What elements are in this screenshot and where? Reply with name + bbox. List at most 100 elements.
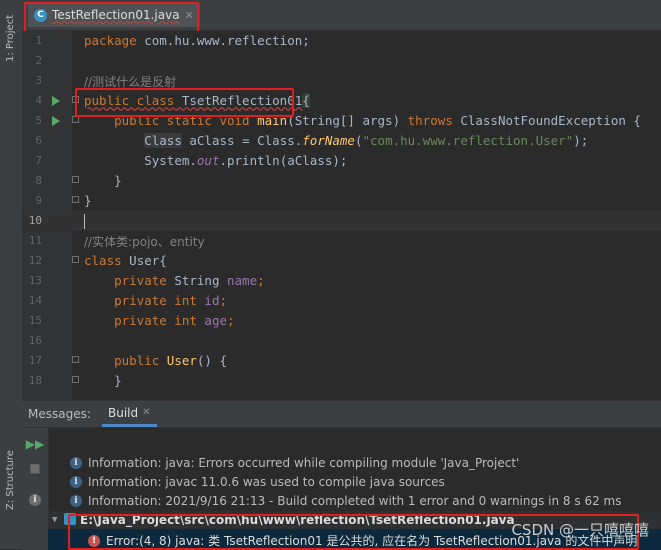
line-number: 16 <box>28 334 42 347</box>
keyword: private int <box>84 293 197 308</box>
structure-tool-button[interactable]: Z: Structure <box>5 450 16 510</box>
line-number: 8 <box>35 174 42 187</box>
message-text: Information: java: Errors occurred while… <box>88 456 520 470</box>
info-icon: i <box>70 457 82 469</box>
field-name: id <box>196 293 220 308</box>
line-number: 6 <box>35 134 42 147</box>
line-number: 7 <box>35 154 42 167</box>
project-tool-button[interactable]: 1: Project <box>5 15 16 62</box>
code-line: 5 public static void main(String[] args)… <box>22 111 661 131</box>
line-number: 4 <box>35 94 42 107</box>
keyword: public static void <box>84 113 250 128</box>
line-number: 2 <box>35 54 42 67</box>
line-number: 5 <box>35 114 42 127</box>
code-line: 7 System.out.println(aClass); <box>22 151 661 171</box>
tab-build[interactable]: Build ✕ <box>102 401 157 427</box>
code-line: 1 package com.hu.www.reflection; <box>22 31 661 51</box>
fold-marker-icon[interactable] <box>72 116 79 123</box>
keyword: throws <box>400 113 453 128</box>
current-line: 10 <box>22 211 661 231</box>
code-line: 2 <box>22 51 661 71</box>
string-literal: "com.hu.www.reflection.User" <box>362 133 574 148</box>
editor-tab-bar: C TestReflection01.java ✕ <box>22 0 661 31</box>
code-text: ( <box>354 133 363 148</box>
keyword: public <box>84 353 160 368</box>
expand-icon[interactable]: ▼ <box>52 515 57 525</box>
code-text: ClassNotFoundException { <box>452 113 641 128</box>
code-text: } <box>84 193 92 208</box>
watermark: CSDN @一只嘻嘻嘻 <box>511 521 649 539</box>
tab-testreflection01[interactable]: C TestReflection01.java ✕ <box>28 3 200 27</box>
java-class-icon: C <box>34 8 47 22</box>
line-number: 13 <box>28 274 42 287</box>
fold-marker-icon[interactable] <box>72 196 79 203</box>
line-number: 14 <box>28 294 42 307</box>
code-text: System. <box>144 153 197 168</box>
close-icon[interactable]: ✕ <box>185 9 194 22</box>
code-line: 12 class User{ <box>22 251 661 271</box>
rerun-icon[interactable]: ▶▶ <box>26 436 44 452</box>
code-line: 11 //实体类:pojo、entity <box>22 231 661 251</box>
line-number: 9 <box>35 194 42 207</box>
left-tool-strip: 1: Project Z: Structure <box>0 0 23 549</box>
line-number: 18 <box>28 374 42 387</box>
code-line: 13 private String name; <box>22 271 661 291</box>
tool-window-tabs: Messages: Build ✕ <box>22 401 661 428</box>
field-name: age <box>196 313 227 328</box>
keyword: private int <box>84 313 197 328</box>
error-icon: ! <box>88 534 100 547</box>
fold-marker-icon[interactable] <box>72 356 79 363</box>
code-line: 3 //测试什么是反射 <box>22 71 661 91</box>
build-message[interactable]: i Information: 2021/9/16 21:13 - Build c… <box>70 494 621 508</box>
code-line: 6 Class aClass = Class.forName("com.hu.w… <box>22 131 661 151</box>
info-icon: i <box>70 476 82 488</box>
class-ref: Class <box>144 133 182 148</box>
code-line: 17 public User() { <box>22 351 661 371</box>
line-number: 1 <box>35 34 42 47</box>
code-line: 18 } <box>22 371 661 391</box>
method-name: forName <box>302 133 355 148</box>
code-text: } <box>84 173 122 188</box>
build-message[interactable]: i Information: javac 11.0.6 was used to … <box>70 475 445 489</box>
code-editor[interactable]: 1 package com.hu.www.reflection; 2 3 //测… <box>22 31 661 400</box>
semicolon: ; <box>257 273 265 288</box>
line-number: 11 <box>28 234 42 247</box>
fold-marker-icon[interactable] <box>72 96 79 103</box>
stop-icon[interactable]: ■ <box>27 460 43 476</box>
build-tab-label: Build <box>108 405 139 420</box>
brace: { <box>302 93 310 108</box>
field-name: name <box>219 273 258 288</box>
line-number: 10 <box>28 214 42 227</box>
class-name: TsetReflection01 <box>174 93 303 108</box>
semicolon: ; <box>227 313 235 328</box>
messages-toolbar: ▶▶ ■ i <box>22 428 49 550</box>
messages-label: Messages: <box>28 407 91 421</box>
code-line: 15 private int age; <box>22 311 661 331</box>
code-text: aClass = Class. <box>181 133 303 148</box>
line-number: 17 <box>28 354 42 367</box>
message-text: Information: 2021/9/16 21:13 - Build com… <box>88 494 622 508</box>
semicolon: ; <box>219 293 227 308</box>
fold-marker-icon[interactable] <box>72 256 79 263</box>
code-line: 8 } <box>22 171 661 191</box>
code-line: 9 } <box>22 191 661 211</box>
close-icon[interactable]: ✕ <box>142 407 150 418</box>
keyword: private <box>84 273 167 288</box>
code-text: } <box>84 373 122 388</box>
line-number: 15 <box>28 314 42 327</box>
fold-marker-icon[interactable] <box>72 176 79 183</box>
code-line: 14 private int id; <box>22 291 661 311</box>
build-message[interactable]: i Information: java: Errors occurred whi… <box>70 456 519 470</box>
message-text: Information: javac 11.0.6 was used to co… <box>88 475 445 489</box>
fold-marker-icon[interactable] <box>72 376 79 383</box>
run-main-icon[interactable] <box>52 116 60 126</box>
keyword: public class <box>84 93 175 108</box>
tab-filename: TestReflection01.java <box>52 8 180 22</box>
run-class-icon[interactable] <box>52 96 60 106</box>
keyword: package <box>84 33 137 48</box>
info-filter-icon[interactable]: i <box>27 492 43 508</box>
line-number: 3 <box>35 74 42 87</box>
comment: //测试什么是反射 <box>84 75 177 89</box>
code-text: com.hu.www.reflection; <box>136 33 310 48</box>
code-text: () { <box>196 353 228 368</box>
